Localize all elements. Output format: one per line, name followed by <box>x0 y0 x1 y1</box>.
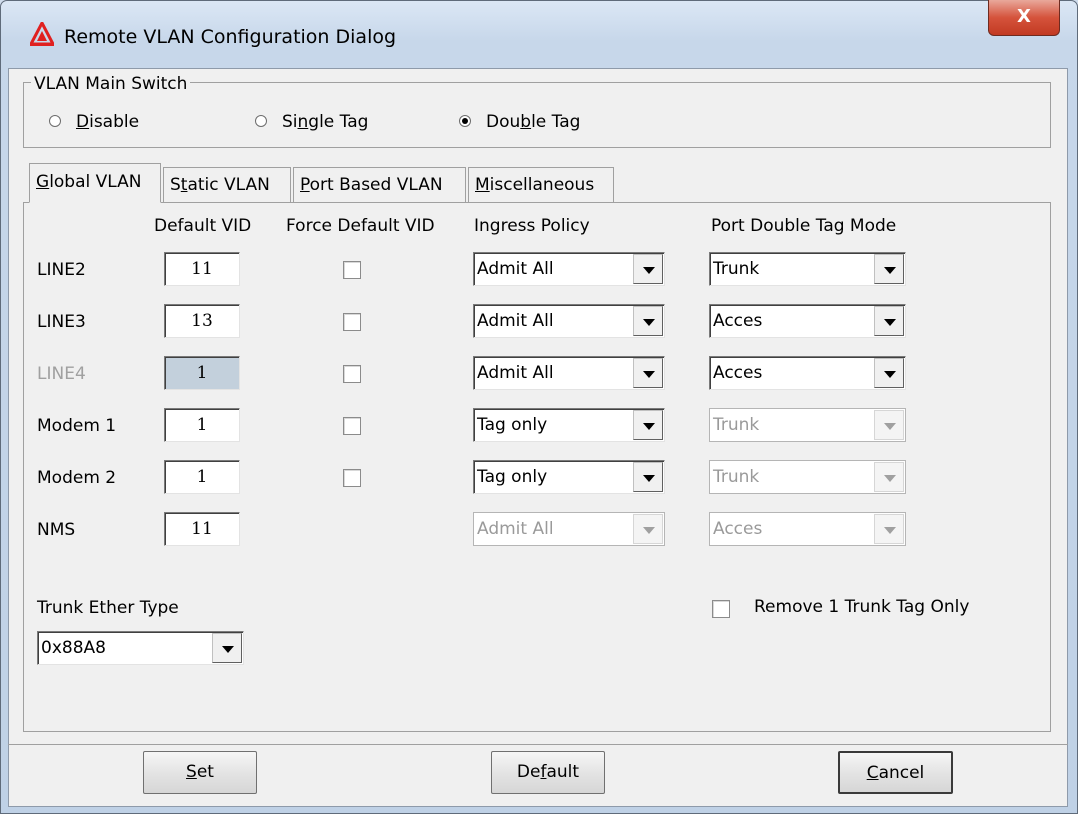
double-tag-mode-select-modem2: Trunk <box>709 460 906 494</box>
tab-static-vlan[interactable]: Static VLAN <box>163 167 291 202</box>
chevron-down-icon <box>884 319 896 326</box>
ingress-policy-select-nms: Admit All <box>473 512 665 546</box>
dropdown-button[interactable] <box>633 462 663 492</box>
default-vid-input-modem1[interactable]: 1 <box>164 408 240 442</box>
chevron-down-icon <box>884 371 896 378</box>
chevron-down-icon <box>884 267 896 274</box>
radio-dot <box>462 118 468 124</box>
radio-circle[interactable] <box>49 115 61 127</box>
force-default-vid-checkbox-line3[interactable] <box>343 313 361 331</box>
tab-port-based-vlan[interactable]: Port Based VLAN <box>293 167 466 202</box>
ingress-policy-select-line4[interactable]: Admit All <box>473 356 665 390</box>
default-vid-input-line4[interactable]: 1 <box>164 356 240 390</box>
double-tag-mode-value: Trunk <box>713 259 760 279</box>
row-label-line3: LINE3 <box>37 312 86 332</box>
chevron-down-icon <box>643 423 655 430</box>
ingress-policy-select-line2[interactable]: Admit All <box>473 252 665 286</box>
header-force-default-vid: Force Default VID <box>286 216 435 236</box>
ingress-policy-value: Tag only <box>477 415 548 435</box>
chevron-down-icon <box>643 319 655 326</box>
dropdown-button <box>874 514 904 544</box>
tab-global-vlan[interactable]: Global VLAN <box>29 163 161 203</box>
radio-single-tag-label: Single Tag <box>282 112 369 132</box>
double-tag-mode-select-modem1: Trunk <box>709 408 906 442</box>
ingress-policy-value: Admit All <box>477 311 554 331</box>
default-vid-input-line2[interactable]: 11 <box>164 252 240 286</box>
bottom-divider <box>8 744 1068 745</box>
remove-trunk-tag-label: Remove 1 Trunk Tag Only <box>754 597 970 617</box>
ingress-policy-value: Admit All <box>477 259 554 279</box>
double-tag-mode-select-line2[interactable]: Trunk <box>709 252 906 286</box>
dropdown-button[interactable] <box>633 306 663 336</box>
ingress-policy-select-modem1[interactable]: Tag only <box>473 408 665 442</box>
chevron-down-icon <box>643 475 655 482</box>
ingress-policy-value: Admit All <box>477 519 554 539</box>
tab-miscellaneous[interactable]: Miscellaneous <box>468 167 614 202</box>
double-tag-mode-select-line3[interactable]: Acces <box>709 304 906 338</box>
row-label-modem1: Modem 1 <box>37 416 117 436</box>
chevron-down-icon <box>222 646 234 653</box>
window-title: Remote VLAN Configuration Dialog <box>64 26 397 48</box>
default-vid-input-nms[interactable]: 11 <box>164 512 240 546</box>
dropdown-button[interactable] <box>874 254 904 284</box>
dropdown-button[interactable] <box>633 410 663 440</box>
force-default-vid-checkbox-line4[interactable] <box>343 365 361 383</box>
force-default-vid-checkbox-modem1[interactable] <box>343 417 361 435</box>
dropdown-button <box>874 410 904 440</box>
radio-circle-selected[interactable] <box>459 115 471 127</box>
default-vid-input-modem2[interactable]: 1 <box>164 460 240 494</box>
header-port-double-tag-mode: Port Double Tag Mode <box>711 216 897 236</box>
chevron-down-icon <box>643 267 655 274</box>
chevron-down-icon <box>884 475 896 482</box>
default-vid-input-line3[interactable]: 13 <box>164 304 240 338</box>
chevron-down-icon <box>884 423 896 430</box>
double-tag-mode-value: Acces <box>713 519 763 539</box>
row-label-nms: NMS <box>37 520 76 540</box>
row-label-line2: LINE2 <box>37 260 86 280</box>
radio-double-tag-label: Double Tag <box>486 112 581 132</box>
group-legend: VLAN Main Switch <box>31 74 191 94</box>
radio-circle[interactable] <box>255 115 267 127</box>
ingress-policy-value: Tag only <box>477 467 548 487</box>
double-tag-mode-select-nms: Acces <box>709 512 906 546</box>
ingress-policy-select-line3[interactable]: Admit All <box>473 304 665 338</box>
set-button[interactable]: Set <box>143 751 257 794</box>
cancel-button[interactable]: Cancel <box>838 751 953 794</box>
default-button[interactable]: Default <box>491 751 605 794</box>
app-logo-icon <box>30 22 54 46</box>
row-label-line4: LINE4 <box>37 364 86 384</box>
dropdown-button[interactable] <box>633 254 663 284</box>
chevron-down-icon <box>884 527 896 534</box>
header-default-vid: Default VID <box>154 216 252 236</box>
header-ingress-policy: Ingress Policy <box>474 216 590 236</box>
ingress-policy-value: Admit All <box>477 363 554 383</box>
trunk-ether-type-label: Trunk Ether Type <box>37 598 179 618</box>
remove-trunk-tag-checkbox[interactable] <box>712 600 730 618</box>
double-tag-mode-value: Trunk <box>713 415 760 435</box>
row-label-modem2: Modem 2 <box>37 468 117 488</box>
chevron-down-icon <box>643 527 655 534</box>
dropdown-button[interactable] <box>874 358 904 388</box>
dropdown-button <box>633 514 663 544</box>
dropdown-button <box>874 462 904 492</box>
chevron-down-icon <box>643 371 655 378</box>
close-button[interactable]: X <box>988 0 1060 36</box>
dropdown-button[interactable] <box>212 633 242 663</box>
radio-disable-label: Disable <box>76 112 140 132</box>
trunk-ether-type-value: 0x88A8 <box>41 638 106 658</box>
double-tag-mode-select-line4[interactable]: Acces <box>709 356 906 390</box>
force-default-vid-checkbox-line2[interactable] <box>343 261 361 279</box>
dropdown-button[interactable] <box>633 358 663 388</box>
trunk-ether-type-select[interactable]: 0x88A8 <box>37 631 244 665</box>
double-tag-mode-value: Acces <box>713 311 763 331</box>
dropdown-button[interactable] <box>874 306 904 336</box>
force-default-vid-checkbox-modem2[interactable] <box>343 469 361 487</box>
ingress-policy-select-modem2[interactable]: Tag only <box>473 460 665 494</box>
double-tag-mode-value: Acces <box>713 363 763 383</box>
double-tag-mode-value: Trunk <box>713 467 760 487</box>
